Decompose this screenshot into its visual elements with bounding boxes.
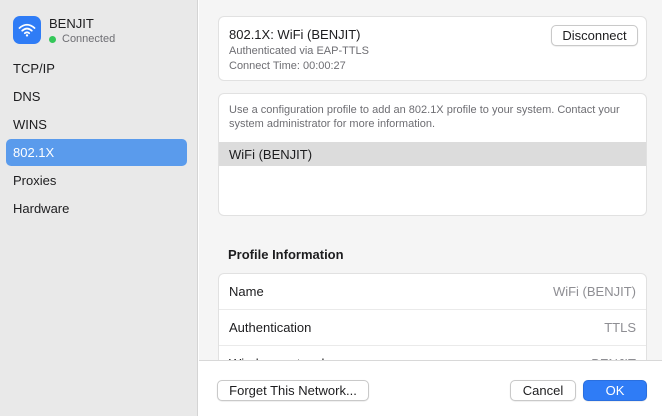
wifi-icon [13,16,41,44]
cancel-button[interactable]: Cancel [510,380,576,401]
profile-info-title: Profile Information [228,247,344,262]
sidebar-item-label: Hardware [13,201,70,216]
sidebar-item-label: TCP/IP [13,61,55,76]
network-header: BENJIT Connected [13,16,193,48]
forget-network-button[interactable]: Forget This Network... [217,380,369,401]
sidebar: BENJIT Connected TCP/IP DNS WINS 802.1X … [0,0,198,416]
profile-info-card: Name WiFi (BENJIT) Authentication TTLS W… [218,273,647,373]
info-value: TTLS [604,320,636,335]
profile-list-item[interactable]: WiFi (BENJIT) [219,142,646,166]
info-label: Name [229,284,264,299]
sidebar-item-tcp-ip[interactable]: TCP/IP [6,55,187,82]
ok-button[interactable]: OK [583,380,647,401]
sidebar-item-wins[interactable]: WINS [6,111,187,138]
info-row-name: Name WiFi (BENJIT) [219,274,646,310]
sidebar-item-hardware[interactable]: Hardware [6,195,187,222]
profile-list-card: Use a configuration profile to add an 80… [218,93,647,216]
info-label: Authentication [229,320,312,335]
disconnect-button[interactable]: Disconnect [551,25,638,46]
sidebar-item-8021x[interactable]: 802.1X [6,139,187,166]
info-value: WiFi (BENJIT) [552,284,636,299]
sidebar-item-label: Proxies [13,173,57,188]
network-status: Connected [49,33,115,45]
network-name: BENJIT [49,16,94,31]
info-row-authentication: Authentication TTLS [219,310,646,346]
sidebar-item-label: 802.1X [13,145,55,160]
network-status-text: Connected [62,33,116,45]
sidebar-item-label: WINS [13,117,47,132]
auth-method-text: Authenticated via EAP-TTLS [229,45,370,57]
sidebar-item-dns[interactable]: DNS [6,83,187,110]
connection-title: 802.1X: WiFi (BENJIT) [229,27,361,42]
connect-time-text: Connect Time: 00:00:27 [229,60,346,72]
sidebar-item-label: DNS [13,89,41,104]
sidebar-item-proxies[interactable]: Proxies [6,167,187,194]
connection-status-card: 802.1X: WiFi (BENJIT) Authenticated via … [218,16,647,81]
profile-item-label: WiFi (BENJIT) [229,146,313,162]
connected-status-dot [49,35,56,43]
profile-description: Use a configuration profile to add an 80… [229,104,620,130]
